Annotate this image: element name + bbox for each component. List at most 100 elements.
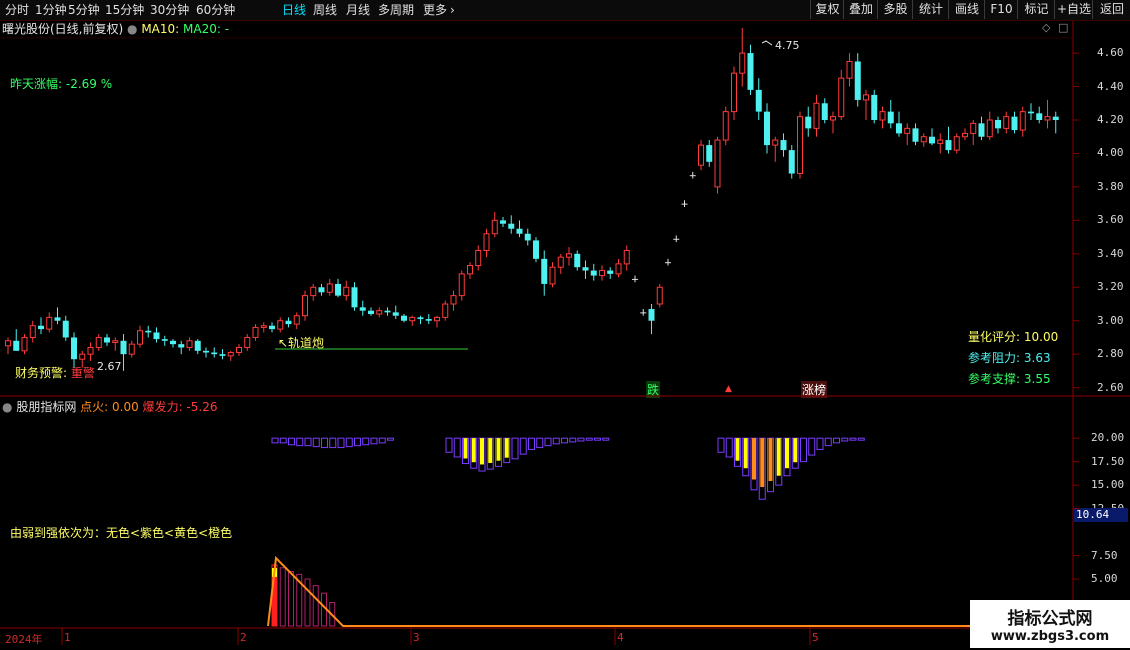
candle-body-up [970,122,977,134]
candle-body-up [623,249,630,265]
candle-body-up [739,52,746,74]
candle-body-up [236,346,242,354]
indicator-bar-purple [849,437,857,441]
candle-body-up [1019,111,1026,131]
candle-body-down [351,287,358,308]
indicator-bar-fill [463,438,468,459]
candle-body-down [887,111,894,124]
candle-body-down [62,320,69,338]
candle-body-up [376,310,383,315]
candle-body-down [665,262,671,264]
burst-outline-line [267,555,1073,627]
candle-body-up [277,320,284,330]
indicator-bar-purple [816,437,824,450]
candle-body-down [1052,116,1059,120]
candle-body-up [112,340,119,343]
candle-body-down [805,116,812,129]
indicator-bar-purple [511,437,519,460]
candle-body-down [533,240,539,259]
candle-body-up [442,303,449,318]
burst-bar [279,567,286,627]
indicator-bar-purple [528,437,535,450]
candle-body-down [524,233,531,241]
indicator-bar-purple [585,437,593,441]
candle-body-down [582,267,589,271]
indicator-bar-purple [569,437,577,443]
candle-body-up [483,233,490,251]
indicator-bar-purple [312,437,320,448]
indicator-bar-fill [776,438,781,476]
candle-body-up [566,253,572,258]
candle-body-down [1028,111,1034,114]
indicator-bar-purple [824,437,832,447]
candle-body-up [962,132,968,138]
indicator-bar-purple [354,437,361,447]
candle-body-up [838,77,845,118]
indicator-bar-purple [800,437,807,463]
burst-bar [288,571,294,627]
candle-body-down [269,325,275,330]
candle-body-up [920,136,927,143]
indicator-bar-purple [387,437,394,441]
chart-canvas[interactable] [0,0,1130,650]
watermark-title: 指标公式网 [1007,609,1093,629]
indicator-bar-purple [445,437,453,453]
candle-body-up [450,295,457,305]
candle-body-up [557,256,564,268]
candle-body-down [318,287,325,293]
candle-body-down [854,61,861,100]
candle-body-up [698,144,704,166]
candle-body-down [1036,113,1043,120]
indicator-bar-purple [304,437,312,447]
candle-body-up [475,249,482,267]
candle-body-down [401,315,407,321]
indicator-bar-purple [370,437,378,445]
candle-body-down [359,307,366,311]
candle-body-down [871,94,878,120]
indicator-bar-purple [362,437,370,446]
candle-body-up [434,316,440,322]
candle-body-up [879,111,886,121]
candle-body-down [896,123,902,134]
indicator-bar-purple [857,437,865,441]
candle-body-up [79,353,86,360]
candle-body-down [417,317,424,320]
indicator-bar-purple [544,437,552,447]
indicator-bar-fill [735,438,740,461]
indicator-bar-fill [496,438,501,461]
candle-body-up [1003,116,1010,129]
candle-body-up [343,286,350,297]
candle-body-down [145,330,152,333]
candle-body-down [648,309,655,321]
site-watermark: 指标公式网 www.zbgs3.com [970,600,1130,648]
candle-body-down [54,317,61,321]
candle-body-down [632,278,638,280]
candle-body-up [937,139,944,144]
indicator-bar-purple [841,437,849,442]
candle-body-up [244,336,251,348]
candle-body-up [830,116,836,121]
indicator-bar-purple [271,437,279,444]
indicator-bar-fill [743,438,748,469]
indicator-bar-fill [471,438,476,463]
candle-body-down [194,340,201,351]
candle-body-down [780,140,787,151]
candle-body-down [368,310,374,315]
indicator-bar-purple [453,437,461,458]
candle-body-down [764,111,770,146]
candle-body-up [772,139,779,146]
candle-body-up [731,72,737,113]
candle-body-down [912,128,919,142]
burst-bar [312,585,319,627]
candle-body-down [203,350,209,353]
candle-body-down [516,228,523,234]
indicator-bar-fill [760,438,765,488]
indicator-bar-purple [725,437,733,458]
candle-body-down [392,312,399,316]
indicator-bar-purple [717,437,725,453]
candle-body-down [104,337,110,343]
candle-body-down [178,344,185,348]
candle-body-down [120,340,127,355]
indicator-bar-fill [480,438,484,465]
candle-body-down [153,332,160,340]
